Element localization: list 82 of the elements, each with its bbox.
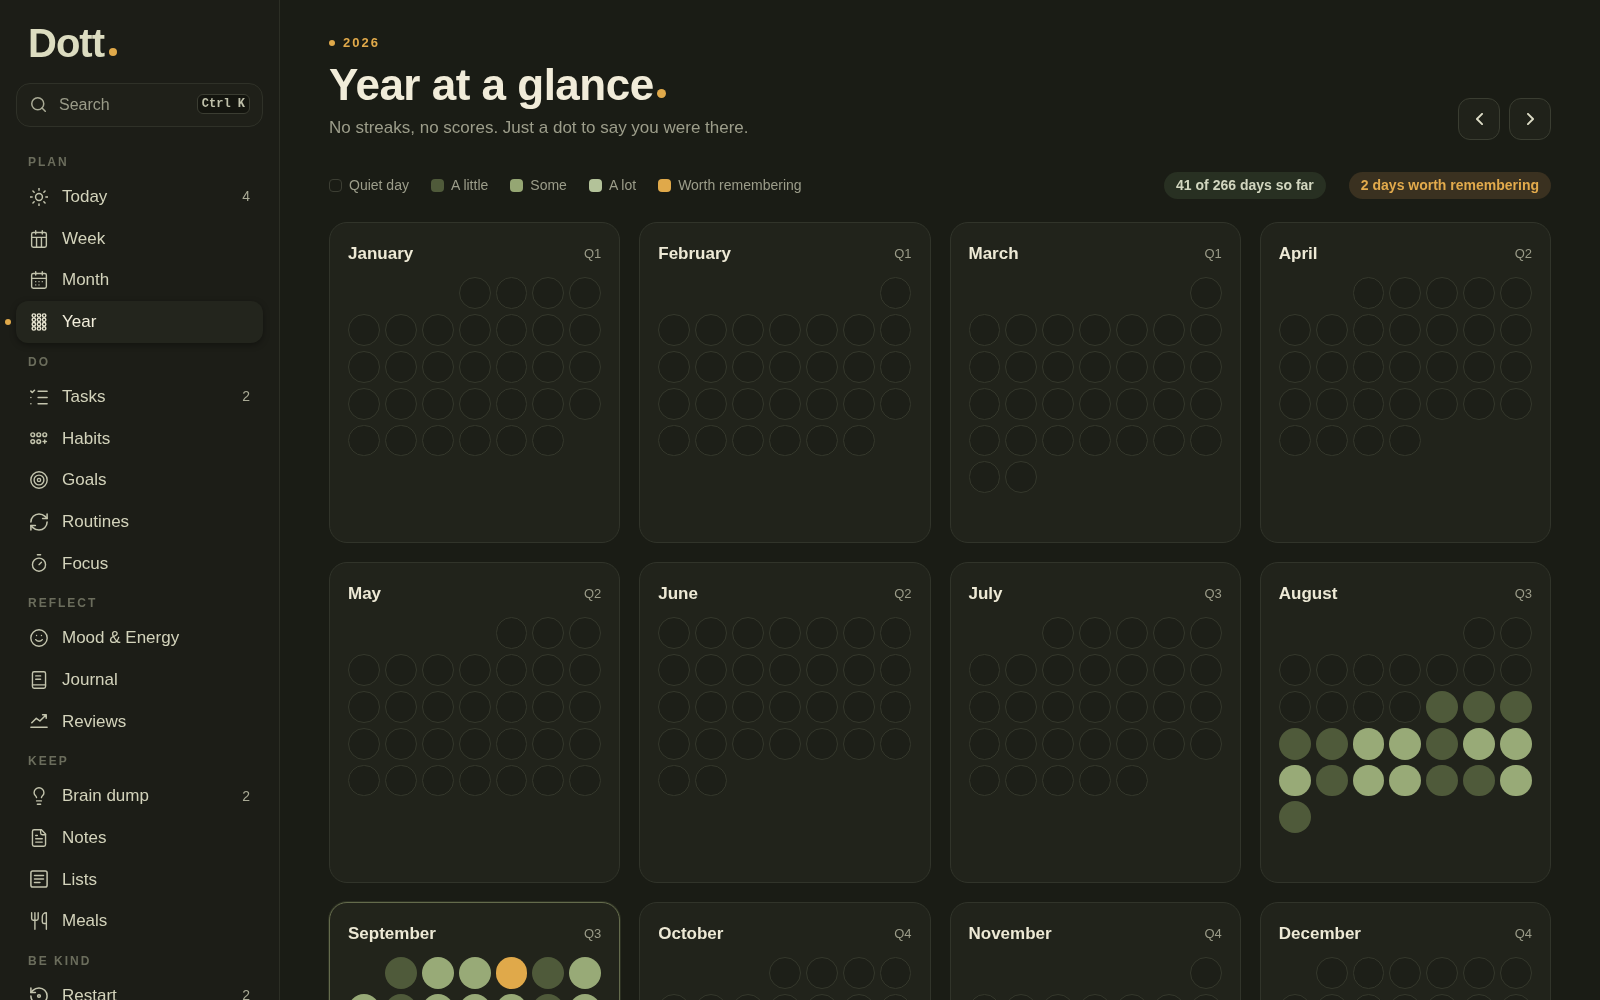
month-name: July [968, 583, 1003, 606]
nav-item[interactable]: Meals [16, 900, 263, 942]
checklist-icon [30, 387, 48, 406]
item-count: 2 [242, 387, 250, 407]
logo-wordmark: Dott [28, 22, 104, 64]
nav-item[interactable]: Habits [16, 417, 263, 460]
chevron-left-icon [1475, 113, 1483, 125]
quarter-label: Q3 [1514, 585, 1532, 604]
month-name: September [348, 923, 436, 946]
quarter-label: Q4 [1514, 925, 1532, 944]
item-count: 2 [242, 986, 250, 1000]
quarter-label: Q4 [894, 925, 912, 944]
nav-item[interactable]: Month [16, 259, 263, 302]
list-icon [30, 870, 48, 889]
remembered-days-badge: 2 days worth remembering [1348, 172, 1551, 199]
nav-item[interactable]: Lists [16, 858, 263, 901]
nav-item[interactable]: Mood & Energy [16, 617, 263, 659]
sun-icon [30, 187, 48, 206]
section-label: PLAN [27, 154, 70, 170]
nav-item[interactable]: Tasks 2 [16, 375, 263, 418]
chevron-right-icon [1526, 113, 1534, 125]
month-name: May [348, 583, 382, 606]
quarter-label: Q2 [1514, 245, 1532, 264]
legend-label: Worth remembering [678, 176, 802, 195]
target-icon [30, 470, 48, 489]
item-count: 2 [242, 786, 250, 806]
dot-grid-icon [30, 312, 48, 331]
quarter-label: Q4 [1204, 925, 1222, 944]
section-label: BE KIND [27, 953, 93, 969]
section-label: REFLECT [27, 595, 99, 612]
month-name: June [658, 583, 698, 606]
next-button[interactable] [1509, 98, 1551, 140]
legend-label: A little [450, 176, 489, 195]
nav-item[interactable]: Week [16, 217, 263, 260]
nav-item[interactable]: Notes [16, 816, 263, 859]
month-name: October [658, 923, 724, 946]
month-name: January [348, 243, 414, 266]
month-name: November [968, 923, 1052, 946]
document-icon [30, 828, 48, 847]
days-logged-badge: 41 of 266 days so far [1164, 172, 1326, 199]
month-name: February [658, 243, 731, 266]
quarter-label: Q1 [894, 245, 912, 264]
notebook-icon [30, 670, 48, 689]
smiley-icon [30, 629, 48, 648]
nav-item[interactable]: Year [16, 301, 263, 343]
month-name: April [1278, 243, 1318, 266]
nav-item[interactable]: Journal [16, 658, 263, 701]
item-count: 4 [242, 187, 250, 207]
nav-item[interactable]: Goals [16, 459, 263, 501]
nav-item[interactable]: Focus [16, 542, 263, 585]
quarter-label: Q1 [583, 245, 602, 264]
shortcut-key: Ctrl K [196, 94, 250, 114]
undo-icon [30, 986, 48, 1000]
nav-item[interactable]: Routines [16, 500, 263, 543]
year-label: 2026 [343, 35, 380, 51]
search-icon [31, 97, 46, 112]
nav-item[interactable]: Reviews [16, 700, 263, 743]
page-title: Year at a glance [329, 61, 654, 109]
chart-line-icon [30, 712, 48, 731]
quarter-label: Q1 [1204, 245, 1222, 264]
section-label: DO [27, 353, 51, 370]
utensils-icon [30, 912, 48, 931]
previous-button[interactable] [1458, 98, 1500, 140]
stopwatch-icon [30, 554, 48, 573]
legend-label: A lot [608, 176, 637, 195]
calendar-icon [30, 229, 48, 248]
legend-label: Quiet day [349, 176, 409, 195]
nav-item[interactable]: Brain dump 2 [16, 775, 263, 817]
page-subtitle: No streaks, no scores. Just a dot to say you were there. [329, 117, 749, 139]
legend-label: Some [530, 176, 567, 195]
quarter-label: Q2 [894, 585, 912, 604]
month-name: August [1278, 583, 1338, 606]
section-label: KEEP [27, 753, 70, 770]
month-name: March [968, 243, 1019, 266]
lightbulb-icon [30, 787, 48, 806]
nav-item[interactable]: Today 4 [16, 176, 263, 218]
month-name: December [1278, 923, 1361, 946]
quarter-label: Q3 [1204, 585, 1222, 604]
refresh-icon [30, 512, 48, 531]
quarter-label: Q2 [583, 585, 602, 604]
calendar-icon [30, 271, 48, 290]
quarter-label: Q3 [583, 925, 602, 944]
